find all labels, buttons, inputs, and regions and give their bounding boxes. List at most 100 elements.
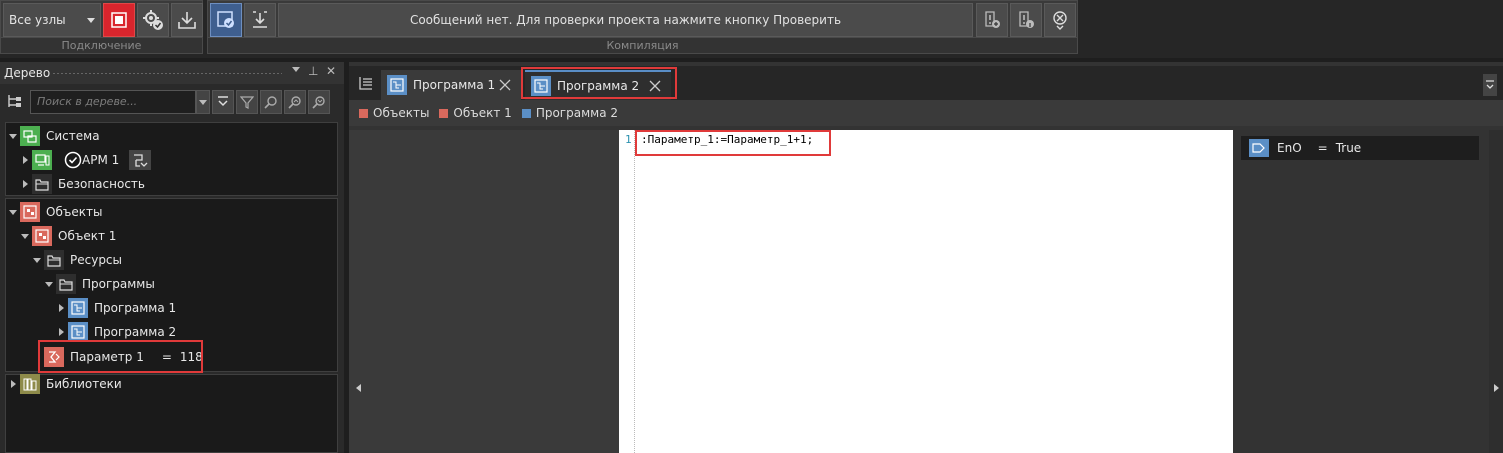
find-prev-button[interactable] <box>284 90 306 114</box>
filter-button[interactable] <box>236 90 258 114</box>
objects-icon <box>20 202 40 222</box>
tree-item-label: Объекты <box>46 205 103 219</box>
check-project-icon <box>217 11 234 28</box>
tree-item-object1[interactable]: Объект 1 <box>20 224 116 248</box>
tree-item-label: Объект 1 <box>58 229 117 243</box>
settings-check-button[interactable] <box>137 3 169 37</box>
node-select-value: Все узлы <box>9 13 66 27</box>
workstation-icon <box>32 150 52 170</box>
object-icon <box>32 226 52 246</box>
editor-left-margin <box>369 130 619 453</box>
search-icon <box>264 96 277 109</box>
search-down-icon <box>312 96 325 109</box>
tree-item-program1[interactable]: Программа 1 <box>56 296 176 320</box>
close-icon[interactable]: ✕ <box>326 64 336 78</box>
color-square-icon <box>439 108 449 118</box>
program-icon <box>68 298 88 318</box>
tree-item-security[interactable]: Безопасность <box>20 172 145 196</box>
connection-group-label: Подключение <box>1 37 202 53</box>
tree-search-input[interactable]: Поиск в дереве... <box>30 90 196 114</box>
clear-messages-button[interactable] <box>1044 3 1076 37</box>
tree-item-label: Система <box>46 129 100 143</box>
breadcrumb-label: Программа 2 <box>535 106 618 120</box>
chevron-down-icon <box>1486 80 1494 89</box>
tree-item-arm[interactable]: АРМ 1 <box>20 148 152 172</box>
list-icon <box>359 77 372 90</box>
breadcrumb-item-object1[interactable]: Объект 1 <box>439 106 512 120</box>
highlight-param1 <box>38 340 203 373</box>
expander-icon[interactable] <box>32 248 42 272</box>
close-icon[interactable] <box>499 79 511 91</box>
drag-grip[interactable] <box>52 72 282 75</box>
folder-icon <box>44 250 64 270</box>
line-numbers: 1 <box>619 130 635 453</box>
warning-add-icon <box>985 11 1000 28</box>
expander-icon[interactable] <box>56 296 66 320</box>
chevron-right-icon[interactable] <box>1494 384 1499 392</box>
compile-group-label: Компиляция <box>208 37 1077 53</box>
add-warning-button[interactable] <box>976 3 1008 37</box>
tree-section-system: Система АРМ 1 Безопасность <box>5 122 338 196</box>
highlight-code <box>635 130 831 156</box>
left-collapse-gutter[interactable] <box>349 130 369 453</box>
expander-icon[interactable] <box>20 224 30 248</box>
search-dropdown-button[interactable] <box>196 90 210 114</box>
program-icon <box>68 322 88 342</box>
tree-item-libraries[interactable]: Библиотеки <box>8 372 122 396</box>
panel-menu-icon[interactable] <box>292 67 300 72</box>
collapse-all-button[interactable] <box>212 90 234 114</box>
tree-item-resources[interactable]: Ресурсы <box>32 248 122 272</box>
variable-row[interactable]: EnO = True <box>1241 136 1479 160</box>
color-square-icon <box>359 108 368 118</box>
tree-structure-icon[interactable] <box>6 92 26 112</box>
highlight-tab2 <box>521 67 677 99</box>
chevron-down-icon <box>87 18 95 23</box>
download-button[interactable] <box>171 3 203 37</box>
compile-group: Сообщений нет. Для проверки проекта нажм… <box>207 0 1078 54</box>
pin-icon[interactable]: ⊥ <box>308 64 318 78</box>
variable-name: EnO <box>1277 141 1302 155</box>
build-icon <box>253 11 267 28</box>
tree-item-system[interactable]: Система <box>8 124 100 148</box>
tree-item-label: Ресурсы <box>70 253 123 267</box>
tree-arrow-icon <box>134 154 148 167</box>
tree-toolbar: Поиск в дереве... <box>4 88 340 118</box>
info-warning-button[interactable] <box>1010 3 1042 37</box>
tree-item-objects[interactable]: Объекты <box>8 200 102 224</box>
node-select[interactable]: Все узлы <box>3 3 101 37</box>
tree-title: Дерево <box>4 66 51 80</box>
right-collapse-gutter[interactable] <box>1489 130 1503 453</box>
find-next-button[interactable] <box>308 90 330 114</box>
expander-icon[interactable] <box>20 172 30 196</box>
warning-info-icon <box>1019 11 1034 28</box>
connection-group: Все узлы Подключение <box>0 0 203 54</box>
program-icon <box>387 75 407 95</box>
expander-icon[interactable] <box>44 272 54 296</box>
tab-list-button[interactable] <box>357 74 377 96</box>
library-icon <box>20 374 40 394</box>
arm-action-button[interactable] <box>129 150 152 170</box>
breadcrumb-label: Объекты <box>373 106 430 120</box>
tree-item-label: Программы <box>82 277 155 291</box>
variable-value: True <box>1335 141 1362 155</box>
expander-icon[interactable] <box>8 372 18 396</box>
tree-item-programs[interactable]: Программы <box>44 272 155 296</box>
breadcrumb-item-objects[interactable]: Объекты <box>359 106 429 120</box>
expander-icon[interactable] <box>8 124 18 148</box>
tree-item-label: Библиотеки <box>46 377 122 391</box>
check-project-button[interactable] <box>210 3 242 37</box>
code-editor[interactable]: 1 :Параметр_1:=Параметр_1+1; <box>619 130 1233 453</box>
color-square-icon <box>521 108 531 118</box>
stop-button[interactable] <box>103 3 135 37</box>
chevron-left-icon[interactable] <box>356 384 361 392</box>
tree-item-label: АРМ 1 <box>82 153 120 167</box>
tree-section-libraries: Библиотеки <box>5 374 338 453</box>
tab-program1[interactable]: Программа 1 <box>381 70 521 100</box>
expander-icon[interactable] <box>8 200 18 224</box>
find-button[interactable] <box>260 90 282 114</box>
download-icon <box>178 12 196 29</box>
build-button[interactable] <box>244 3 276 37</box>
breadcrumb-item-program2[interactable]: Программа 2 <box>521 106 618 120</box>
expander-icon[interactable] <box>20 148 30 172</box>
tab-menu-button[interactable] <box>1483 74 1497 96</box>
